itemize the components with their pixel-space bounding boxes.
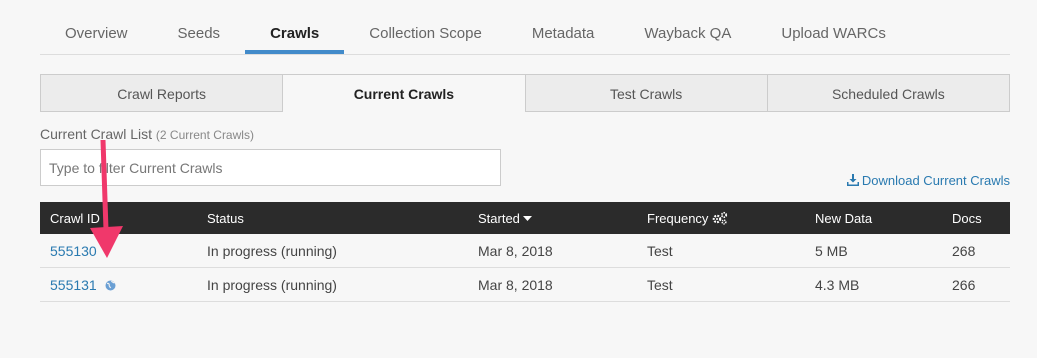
cell-docs: 268 — [942, 234, 1010, 268]
crawl-count: (2 Current Crawls) — [155, 128, 254, 142]
cell-started: Mar 8, 2018 — [468, 234, 637, 268]
subtab-current-crawls[interactable]: Current Crawls — [283, 74, 526, 112]
download-label: Download Current Crawls — [861, 173, 1010, 188]
sort-caret-icon — [522, 215, 532, 221]
tab-crawls[interactable]: Crawls — [245, 14, 345, 54]
cell-started: Mar 8, 2018 — [468, 267, 637, 302]
tab-metadata[interactable]: Metadata — [507, 14, 620, 54]
header-started[interactable]: Started — [468, 202, 637, 234]
gears-icon — [713, 211, 728, 225]
table-row: 555130 In progress (running) Mar 8, 2018… — [40, 234, 1010, 268]
subtab-crawl-reports[interactable]: Crawl Reports — [40, 74, 284, 112]
table-header-row: Crawl ID Status Started Frequency New Da… — [40, 202, 1010, 234]
header-frequency-label: Frequency — [647, 210, 709, 226]
header-docs-label: Docs — [952, 210, 982, 226]
cell-frequency: Test — [637, 267, 805, 302]
subtab-scheduled-crawls[interactable]: Scheduled Crawls — [767, 74, 1010, 112]
tab-collection-scope[interactable]: Collection Scope — [344, 14, 507, 54]
download-icon — [846, 174, 859, 186]
tab-seeds[interactable]: Seeds — [153, 14, 246, 54]
cell-status: In progress (running) — [197, 267, 468, 302]
sub-tabs: Crawl Reports Current Crawls Test Crawls… — [40, 74, 1010, 112]
header-docs[interactable]: Docs — [942, 202, 1010, 234]
cell-docs: 266 — [942, 267, 1010, 302]
cell-new-data: 5 MB — [805, 234, 942, 268]
cell-new-data: 4.3 MB — [805, 267, 942, 302]
tab-overview[interactable]: Overview — [40, 14, 153, 54]
header-status-label: Status — [207, 210, 244, 226]
header-status[interactable]: Status — [197, 202, 468, 234]
cell-status: In progress (running) — [197, 234, 468, 268]
tab-upload-warcs[interactable]: Upload WARCs — [756, 14, 910, 54]
header-frequency[interactable]: Frequency — [637, 202, 805, 234]
header-started-label: Started — [478, 210, 520, 226]
table-row: 555131 In progress (running) Mar 8, 2018… — [40, 267, 1010, 302]
cell-crawl-id: 555131 — [40, 267, 197, 302]
globe-icon[interactable] — [105, 280, 116, 291]
cell-frequency: Test — [637, 234, 805, 268]
tab-wayback-qa[interactable]: Wayback QA — [619, 14, 756, 54]
subtab-test-crawls[interactable]: Test Crawls — [525, 74, 768, 112]
top-nav: Overview Seeds Crawls Collection Scope M… — [40, 14, 1010, 55]
list-title: Current Crawl List (2 Current Crawls) — [40, 126, 254, 142]
download-current-crawls-link[interactable]: Download Current Crawls — [846, 173, 1010, 188]
header-new-data[interactable]: New Data — [805, 202, 942, 234]
header-new-data-label: New Data — [815, 210, 873, 226]
annotation-arrow — [90, 140, 123, 258]
crawl-table: Crawl ID Status Started Frequency New Da… — [40, 202, 1010, 302]
crawl-id-link[interactable]: 555131 — [50, 277, 97, 293]
